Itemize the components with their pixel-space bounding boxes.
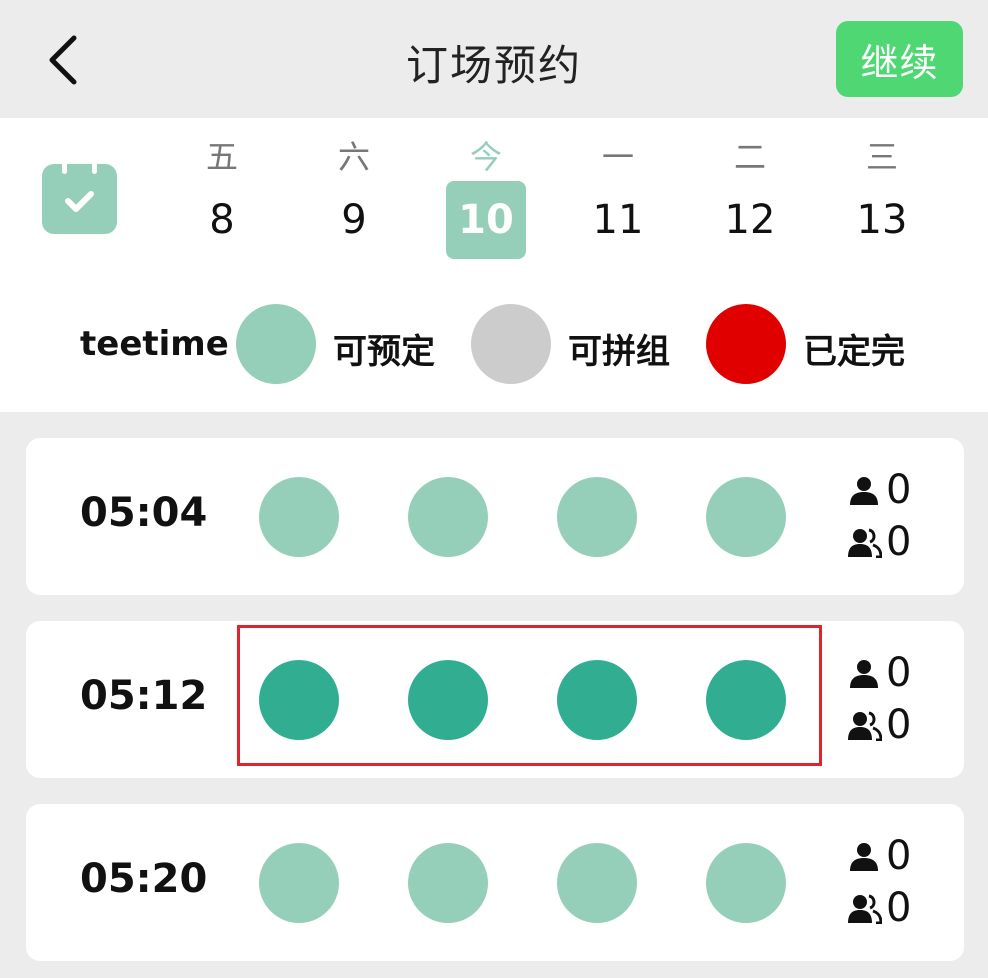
group-icon xyxy=(848,894,882,924)
player-slot-2[interactable] xyxy=(408,477,488,557)
legend-available-label: 可预定 xyxy=(333,332,435,372)
date-selector: 五 8 六 9 今 10 一 11 二 12 三 13 xyxy=(0,118,988,282)
day-13[interactable]: 三 13 xyxy=(837,118,927,282)
day-weekday-label: 五 xyxy=(205,138,238,176)
status-legend: teetime 可预定 可拼组 已定完 xyxy=(0,282,988,412)
day-weekday-label: 六 xyxy=(337,138,370,176)
group-count-value: 0 xyxy=(886,519,912,565)
legend-full-label: 已定完 xyxy=(803,332,905,372)
day-date-label: 12 xyxy=(724,197,776,243)
day-date-label: 13 xyxy=(856,197,908,243)
group-count-value: 0 xyxy=(886,885,912,931)
group-icon xyxy=(848,711,882,741)
day-12[interactable]: 二 12 xyxy=(705,118,795,282)
legend-available-dot xyxy=(236,304,316,384)
day-date-label: 11 xyxy=(592,197,644,243)
player-slot-4[interactable] xyxy=(706,843,786,923)
player-slot-3[interactable] xyxy=(557,843,637,923)
teetime-time-label: 05:12 xyxy=(80,673,208,719)
teetime-time-label: 05:04 xyxy=(80,490,208,536)
day-weekday-label: 二 xyxy=(733,138,766,176)
teetime-row: 05:04 0 0 xyxy=(26,438,964,595)
player-slot-4[interactable] xyxy=(706,477,786,557)
day-weekday-label: 三 xyxy=(865,138,898,176)
person-icon xyxy=(850,477,878,505)
single-player-count: 0 xyxy=(848,651,948,695)
legend-title: teetime xyxy=(80,324,229,364)
legend-joinable-dot xyxy=(471,304,551,384)
player-slot-1[interactable] xyxy=(259,843,339,923)
group-player-count: 0 xyxy=(848,520,948,564)
player-slot-3[interactable] xyxy=(557,477,637,557)
day-weekday-label: 今 xyxy=(469,138,502,176)
teetime-row: 05:20 0 0 xyxy=(26,804,964,961)
single-player-count: 0 xyxy=(848,834,948,878)
legend-joinable-label: 可拼组 xyxy=(568,332,670,372)
day-9[interactable]: 六9 xyxy=(309,118,399,282)
legend-full-dot xyxy=(706,304,786,384)
teetime-row: 05:12 0 0 xyxy=(26,621,964,778)
single-count-value: 0 xyxy=(886,650,912,696)
continue-button[interactable]: 继续 xyxy=(836,21,963,97)
day-date-label: 10 xyxy=(446,181,526,259)
header-bar: 订场预约 继续 xyxy=(0,0,988,118)
day-date-label: 9 xyxy=(341,197,367,243)
single-count-value: 0 xyxy=(886,467,912,513)
day-date-label: 8 xyxy=(209,197,235,243)
day-11[interactable]: 一 11 xyxy=(573,118,663,282)
calendar-button[interactable] xyxy=(42,164,117,234)
person-icon xyxy=(850,660,878,688)
day-8[interactable]: 五8 xyxy=(177,118,267,282)
player-slot-1[interactable] xyxy=(259,477,339,557)
person-icon xyxy=(850,843,878,871)
player-slot-1[interactable] xyxy=(259,660,339,740)
day-weekday-label: 一 xyxy=(601,138,634,176)
player-slot-2[interactable] xyxy=(408,843,488,923)
day-10[interactable]: 今 10 xyxy=(441,118,531,282)
player-slot-2[interactable] xyxy=(408,660,488,740)
calendar-check-icon xyxy=(62,164,97,212)
teetime-time-label: 05:20 xyxy=(80,856,208,902)
group-player-count: 0 xyxy=(848,886,948,930)
single-player-count: 0 xyxy=(848,468,948,512)
player-slot-4[interactable] xyxy=(706,660,786,740)
group-count-value: 0 xyxy=(886,702,912,748)
single-count-value: 0 xyxy=(886,833,912,879)
group-icon xyxy=(848,528,882,558)
group-player-count: 0 xyxy=(848,703,948,747)
player-slot-3[interactable] xyxy=(557,660,637,740)
